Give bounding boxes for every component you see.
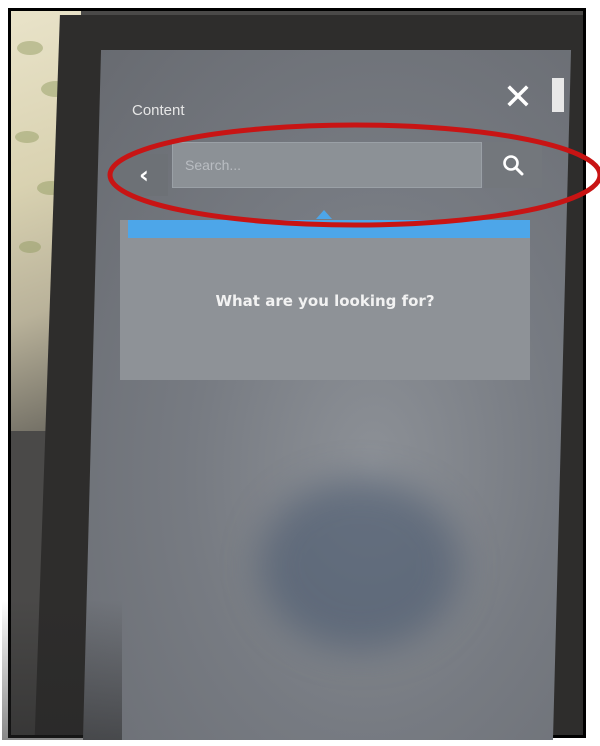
annotation-ellipse (107, 122, 600, 228)
annotation-highlight (107, 122, 600, 228)
